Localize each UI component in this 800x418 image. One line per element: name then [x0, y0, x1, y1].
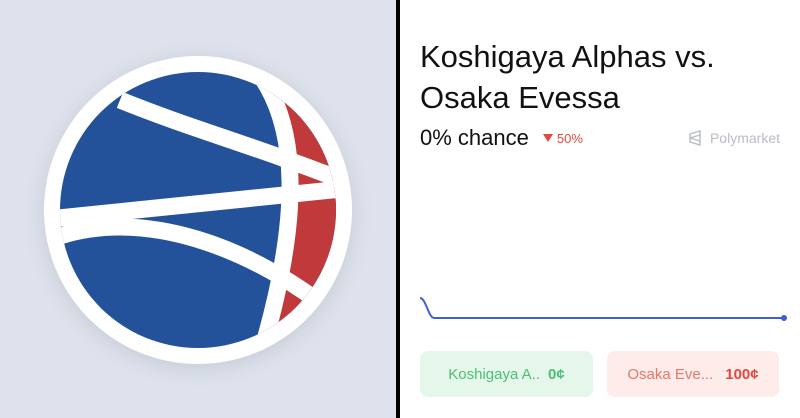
series-line	[419, 297, 784, 319]
market-title[interactable]: Koshigaya Alphas vs. Osaka Evessa	[420, 36, 780, 118]
price-chart	[419, 297, 787, 321]
outcome-name: Osaka Eve...	[627, 365, 714, 383]
chance-value: 0% chance	[420, 125, 529, 150]
source-logo[interactable]: Polymarket	[688, 130, 780, 146]
chance-row: 0% chance 50%	[420, 124, 583, 152]
outcome-name: Koshigaya A..	[448, 365, 541, 383]
change-value: 50%	[556, 130, 583, 146]
market-card: Koshigaya Alphas vs. Osaka Evessa 0% cha…	[400, 0, 800, 418]
change-badge: 50%	[542, 130, 583, 146]
outcome-price: 100¢	[725, 365, 759, 383]
polymarket-icon	[689, 130, 701, 146]
outcome-price: 0¢	[548, 365, 565, 383]
buy-koshigaya-button[interactable]: Koshigaya A.. 0¢	[420, 351, 593, 397]
source-name: Polymarket	[709, 130, 780, 146]
series-end-point	[781, 315, 787, 321]
triangle-down-icon	[542, 134, 553, 142]
basketball-icon	[44, 56, 352, 364]
market-image-panel	[0, 0, 396, 418]
buy-osaka-button[interactable]: Osaka Eve... 100¢	[607, 351, 779, 397]
